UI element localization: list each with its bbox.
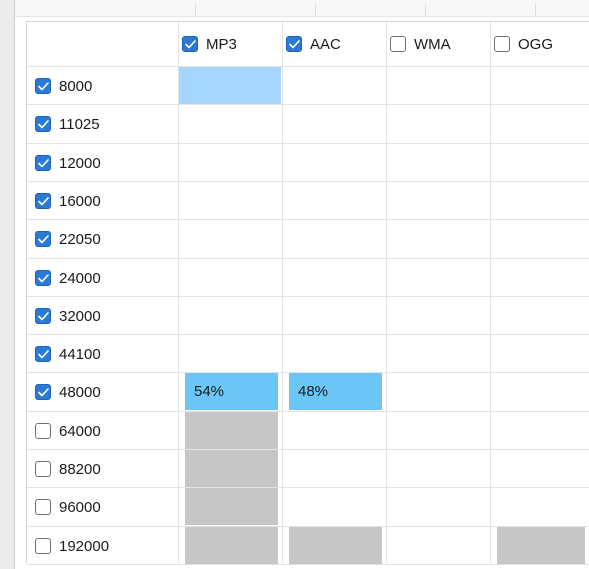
row-header-11025[interactable]: 11025 (27, 105, 177, 143)
checkbox-checked-icon[interactable] (286, 36, 302, 52)
checkbox-unchecked-icon[interactable] (390, 36, 406, 52)
row-header-label: 44100 (59, 345, 101, 363)
checkbox-checked-icon[interactable] (35, 78, 51, 94)
checkbox-checked-icon[interactable] (35, 384, 51, 400)
window-left-frame (0, 0, 14, 569)
progress-text: 48% (298, 383, 329, 400)
checkbox-checked-icon[interactable] (35, 270, 51, 286)
row-header-44100[interactable]: 44100 (27, 335, 177, 373)
row-header-64000[interactable]: 64000 (27, 412, 177, 450)
divider (195, 4, 196, 16)
row-header-96000[interactable]: 96000 (27, 488, 177, 526)
column-header-mp3[interactable]: MP3 (178, 22, 282, 66)
checkbox-unchecked-icon[interactable] (494, 36, 510, 52)
row-header-label: 11025 (59, 115, 100, 133)
row-header-label: 192000 (59, 537, 110, 555)
row-header-48000[interactable]: 48000 (27, 373, 177, 411)
divider (535, 4, 536, 16)
cell-mp3-88200[interactable] (185, 450, 278, 487)
checkbox-checked-icon[interactable] (35, 308, 51, 324)
cell-mp3-48000[interactable]: 54% (185, 373, 278, 410)
divider (315, 4, 316, 16)
cell-aac-48000[interactable]: 48% (289, 373, 382, 410)
checkbox-checked-icon[interactable] (182, 36, 198, 52)
row-header-label: 48000 (59, 383, 101, 401)
cell-mp3-192000[interactable] (185, 527, 278, 564)
row-header-label: 88200 (59, 460, 101, 478)
row-header-16000[interactable]: 16000 (27, 182, 177, 220)
column-header-ogg[interactable]: OGG (490, 22, 589, 66)
top-scroll-area (15, 0, 589, 17)
checkbox-checked-icon[interactable] (35, 193, 51, 209)
row-header-label: 64000 (59, 422, 101, 440)
cell-mp3-8000[interactable] (179, 67, 281, 104)
checkbox-checked-icon[interactable] (35, 346, 51, 362)
column-header-label: OGG (518, 35, 554, 53)
column-header-aac[interactable]: AAC (282, 22, 386, 66)
column-header-label: AAC (310, 35, 341, 53)
progress-text: 54% (194, 383, 225, 400)
row-header-label: 8000 (59, 77, 93, 95)
cell-ogg-192000[interactable] (497, 527, 585, 564)
row-header-24000[interactable]: 24000 (27, 259, 177, 297)
row-header-label: 24000 (59, 269, 101, 287)
row-header-12000[interactable]: 12000 (27, 144, 177, 182)
column-header-label: WMA (414, 35, 451, 53)
checkbox-unchecked-icon[interactable] (35, 461, 51, 477)
checkbox-checked-icon[interactable] (35, 155, 51, 171)
row-header-label: 16000 (59, 192, 101, 210)
column-header-label: MP3 (206, 35, 237, 53)
checkbox-unchecked-icon[interactable] (35, 538, 51, 554)
cell-mp3-64000[interactable] (185, 412, 278, 449)
checkbox-checked-icon[interactable] (35, 116, 51, 132)
divider (425, 4, 426, 16)
checkbox-unchecked-icon[interactable] (35, 423, 51, 439)
checkbox-unchecked-icon[interactable] (35, 499, 51, 515)
checkbox-checked-icon[interactable] (35, 231, 51, 247)
row-header-22050[interactable]: 22050 (27, 220, 177, 258)
row-header-label: 96000 (59, 498, 101, 516)
column-header-wma[interactable]: WMA (386, 22, 490, 66)
row-header-label: 12000 (59, 154, 101, 172)
cell-aac-192000[interactable] (289, 527, 382, 564)
row-header-label: 22050 (59, 230, 101, 248)
row-header-label: 32000 (59, 307, 101, 325)
row-header-88200[interactable]: 88200 (27, 450, 177, 488)
row-header-32000[interactable]: 32000 (27, 297, 177, 335)
row-header-8000[interactable]: 8000 (27, 67, 177, 105)
cell-mp3-96000[interactable] (185, 488, 278, 525)
row-header-192000[interactable]: 192000 (27, 527, 177, 565)
frame-divider (14, 0, 15, 569)
